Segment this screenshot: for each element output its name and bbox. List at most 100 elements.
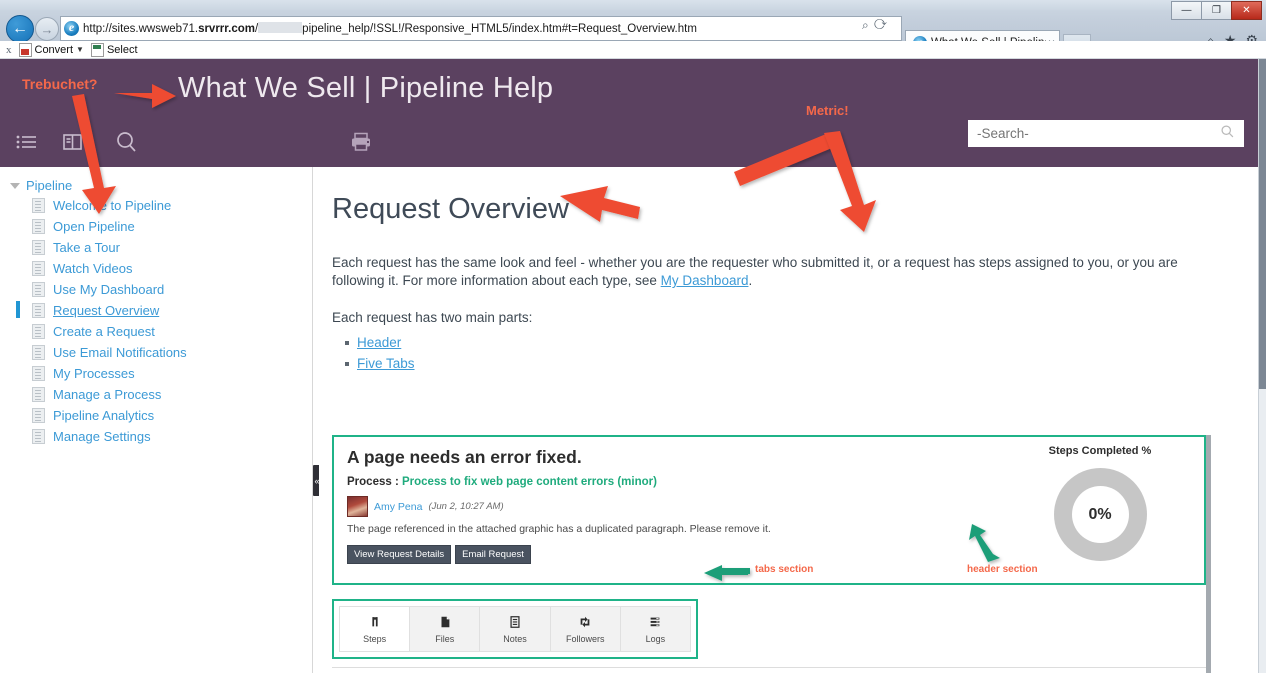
sidebar-item-label: Welcome to Pipeline bbox=[53, 198, 172, 213]
header-link[interactable]: Header bbox=[357, 335, 401, 350]
sidebar-item-request-overview[interactable]: Request Overview bbox=[0, 300, 312, 321]
request-submitter: Amy Pena (Jun 2, 10:27 AM) bbox=[347, 496, 504, 517]
request-process: Process : Process to fix web page conten… bbox=[347, 476, 657, 488]
steps-completed-metric: Steps Completed % 0% bbox=[1010, 445, 1190, 561]
tab-label: Followers bbox=[565, 633, 605, 644]
submitter-name[interactable]: Amy Pena bbox=[374, 501, 422, 513]
select-icon bbox=[90, 42, 104, 57]
book-icon[interactable] bbox=[55, 125, 89, 159]
subhead-text: Each request has two main parts: bbox=[332, 310, 533, 326]
request-description: The page referenced in the attached grap… bbox=[347, 523, 771, 535]
avatar bbox=[347, 496, 368, 517]
page-scrollbar[interactable] bbox=[1258, 59, 1266, 673]
sidebar-item-label: Pipeline Analytics bbox=[53, 408, 155, 423]
page-icon bbox=[32, 282, 45, 297]
sidebar-item-pipeline-analytics[interactable]: Pipeline Analytics bbox=[0, 405, 312, 426]
forward-button[interactable]: → bbox=[35, 17, 59, 41]
sidebar-item-label: Manage Settings bbox=[53, 429, 151, 444]
sidebar-item-label: Open Pipeline bbox=[53, 219, 135, 234]
page-icon bbox=[32, 240, 45, 255]
printer-icon[interactable] bbox=[344, 125, 378, 159]
page-scrollbar-thumb[interactable] bbox=[1259, 59, 1266, 389]
log-icon bbox=[648, 615, 662, 631]
tab-notes[interactable]: Notes bbox=[480, 607, 551, 651]
toc-list-icon[interactable] bbox=[10, 125, 44, 159]
intro-paragraph-end: . bbox=[748, 273, 753, 289]
sidebar-item-use-my-dashboard[interactable]: Use My Dashboard bbox=[0, 279, 312, 300]
toc-root-node[interactable]: Pipeline bbox=[0, 176, 312, 195]
navigation-row: ← → http://sites.wwsweb71.srvrrr.com/pip… bbox=[0, 14, 1266, 56]
pdf-icon bbox=[18, 42, 32, 57]
magnifier-icon[interactable] bbox=[109, 125, 143, 159]
sidebar-item-label: Use My Dashboard bbox=[53, 282, 165, 297]
sidebar-divider bbox=[312, 167, 319, 673]
sidebar-item-label: Watch Videos bbox=[53, 261, 133, 276]
convert-button[interactable]: Convert ▼ bbox=[18, 42, 84, 57]
metric-value: 0% bbox=[1088, 505, 1112, 523]
sidebar-item-use-email-notifications[interactable]: Use Email Notifications bbox=[0, 342, 312, 363]
tab-followers[interactable]: Followers bbox=[550, 607, 621, 651]
submitter-timestamp: (Jun 2, 10:27 AM) bbox=[428, 501, 504, 512]
page-icon bbox=[32, 219, 45, 234]
sidebar-item-watch-videos[interactable]: Watch Videos bbox=[0, 258, 312, 279]
parts-list: Header Five Tabs bbox=[345, 335, 1244, 371]
page-icon bbox=[32, 303, 45, 318]
command-bar: x Convert ▼ Select bbox=[0, 41, 1266, 59]
process-label: Process : bbox=[347, 476, 402, 488]
intro-paragraph: Each request has the same look and feel … bbox=[332, 254, 1217, 290]
sidebar-item-label: Request Overview bbox=[53, 303, 160, 318]
tab-label: Steps bbox=[363, 633, 387, 644]
chevron-down-icon[interactable]: ▼ bbox=[76, 45, 84, 54]
intro-paragraph-text: Each request has the same look and feel … bbox=[332, 255, 1178, 289]
process-name-link[interactable]: Process to fix web page content errors (… bbox=[402, 476, 657, 488]
steps-completed-donut-chart: 0% bbox=[1053, 468, 1147, 561]
request-title: A page needs an error fixed. bbox=[347, 447, 582, 467]
tab-logs[interactable]: Logs bbox=[620, 607, 691, 651]
sidebar-item-label: Use Email Notifications bbox=[53, 345, 187, 360]
sidebar-item-create-a-request[interactable]: Create a Request bbox=[0, 321, 312, 342]
note-text: Note, you are the process owner, so you … bbox=[332, 668, 1206, 673]
sidebar-item-open-pipeline[interactable]: Open Pipeline bbox=[0, 216, 312, 237]
browser-chrome: — ❐ ✕ ← → http://sites.wwsweb71.srvrrr.c… bbox=[0, 0, 1266, 56]
address-search-refresh-icon[interactable]: ⌕ ⟳ bbox=[862, 18, 888, 33]
toc-sidebar: Pipeline Welcome to Pipeline Open Pipeli… bbox=[0, 167, 312, 673]
list-item[interactable]: Header bbox=[345, 335, 1244, 350]
tab-files[interactable]: Files bbox=[410, 607, 481, 651]
toc-tree: Pipeline Welcome to Pipeline Open Pipeli… bbox=[0, 167, 312, 447]
sidebar-item-manage-a-process[interactable]: Manage a Process bbox=[0, 384, 312, 405]
toc-root-label: Pipeline bbox=[26, 178, 73, 193]
sidebar-item-welcome-to-pipeline[interactable]: Welcome to Pipeline bbox=[0, 195, 312, 216]
search-submit-icon[interactable] bbox=[1220, 124, 1244, 144]
tab-label: Files bbox=[435, 633, 455, 644]
address-bar[interactable]: http://sites.wwsweb71.srvrrr.com/pipelin… bbox=[60, 16, 902, 41]
page-icon bbox=[32, 387, 45, 402]
command-bar-close-icon[interactable]: x bbox=[6, 44, 12, 56]
page-icon bbox=[32, 366, 45, 381]
sidebar-item-label: Take a Tour bbox=[53, 240, 120, 255]
sidebar-item-label: My Processes bbox=[53, 366, 135, 381]
email-request-button[interactable]: Email Request bbox=[455, 545, 531, 564]
select-button[interactable]: Select bbox=[90, 42, 138, 57]
chevron-down-icon[interactable] bbox=[10, 182, 20, 189]
metric-label: Steps Completed % bbox=[1048, 445, 1152, 457]
view-request-details-button[interactable]: View Request Details bbox=[347, 545, 452, 564]
tab-steps[interactable]: Steps bbox=[340, 607, 411, 651]
search-box[interactable] bbox=[968, 120, 1244, 147]
page-viewport: What We Sell | Pipeline Help -Search- Pi… bbox=[0, 59, 1266, 673]
search-input[interactable] bbox=[968, 125, 1220, 142]
title-bar bbox=[0, 0, 1266, 10]
my-dashboard-link[interactable]: My Dashboard bbox=[661, 273, 749, 288]
list-item[interactable]: Five Tabs bbox=[345, 356, 1244, 371]
back-button[interactable]: ← bbox=[6, 15, 34, 43]
content-heading: Request Overview bbox=[332, 193, 569, 225]
file-icon bbox=[438, 615, 452, 631]
sidebar-item-my-processes[interactable]: My Processes bbox=[0, 363, 312, 384]
sidebar-item-label: Create a Request bbox=[53, 324, 155, 339]
page-icon bbox=[32, 198, 45, 213]
convert-label: Convert bbox=[34, 43, 74, 56]
sidebar-item-manage-settings[interactable]: Manage Settings bbox=[0, 426, 312, 447]
steps-icon bbox=[368, 615, 382, 631]
page-icon bbox=[32, 324, 45, 339]
five-tabs-link[interactable]: Five Tabs bbox=[357, 356, 415, 371]
sidebar-item-take-a-tour[interactable]: Take a Tour bbox=[0, 237, 312, 258]
